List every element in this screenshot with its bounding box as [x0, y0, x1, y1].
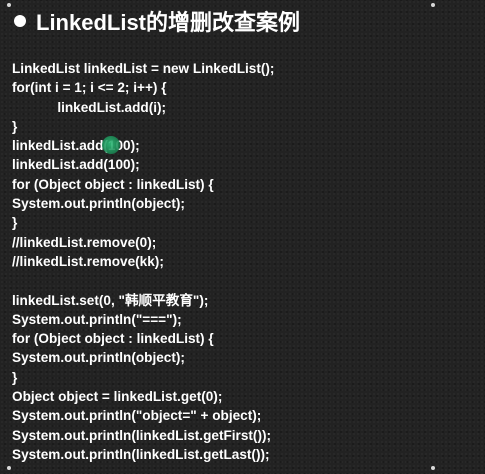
- code-line: System.out.println("===");: [12, 311, 182, 327]
- slide-title: LinkedList的增删改查案例: [14, 6, 300, 36]
- slide-title-text: LinkedList的增删改查案例: [36, 10, 301, 35]
- code-line: linkedList.set(0, "韩顺平教育");: [12, 292, 209, 308]
- corner-dot-icon: [7, 3, 11, 7]
- code-line: Object object = linkedList.get(0);: [12, 389, 223, 405]
- code-block: LinkedList linkedList = new LinkedList()…: [12, 59, 472, 464]
- code-line: System.out.println(object);: [12, 350, 185, 366]
- code-line: System.out.println("object=" + object);: [12, 408, 262, 424]
- code-line: for (Object object : linkedList) {: [12, 331, 214, 347]
- code-line: linkedList.add(100);: [12, 157, 140, 173]
- code-line: LinkedList linkedList = new LinkedList()…: [12, 61, 275, 76]
- code-line: linkedList.add(100);: [12, 138, 140, 154]
- code-line: System.out.println(object);: [12, 196, 185, 212]
- code-line: System.out.println(linkedList.getLast())…: [12, 446, 270, 462]
- pointer-cursor-icon: [102, 136, 120, 154]
- code-line: }: [12, 215, 18, 231]
- corner-dot-icon: [7, 466, 11, 470]
- code-line: }: [12, 118, 18, 134]
- corner-dot-icon: [431, 3, 435, 7]
- bullet-icon: [14, 15, 26, 27]
- code-line: //linkedList.remove(0);: [12, 234, 157, 250]
- slide: LinkedList的增删改查案例 LinkedList linkedList …: [0, 0, 485, 474]
- code-line: linkedList.add(i);: [12, 99, 167, 115]
- corner-dot-icon: [431, 466, 435, 470]
- code-line: for (Object object : linkedList) {: [12, 176, 214, 192]
- code-line: for(int i = 1; i <= 2; i++) {: [12, 80, 167, 96]
- code-line: System.out.println(linkedList.getFirst()…: [12, 427, 272, 443]
- code-line: //linkedList.remove(kk);: [12, 253, 164, 269]
- code-line: }: [12, 369, 18, 385]
